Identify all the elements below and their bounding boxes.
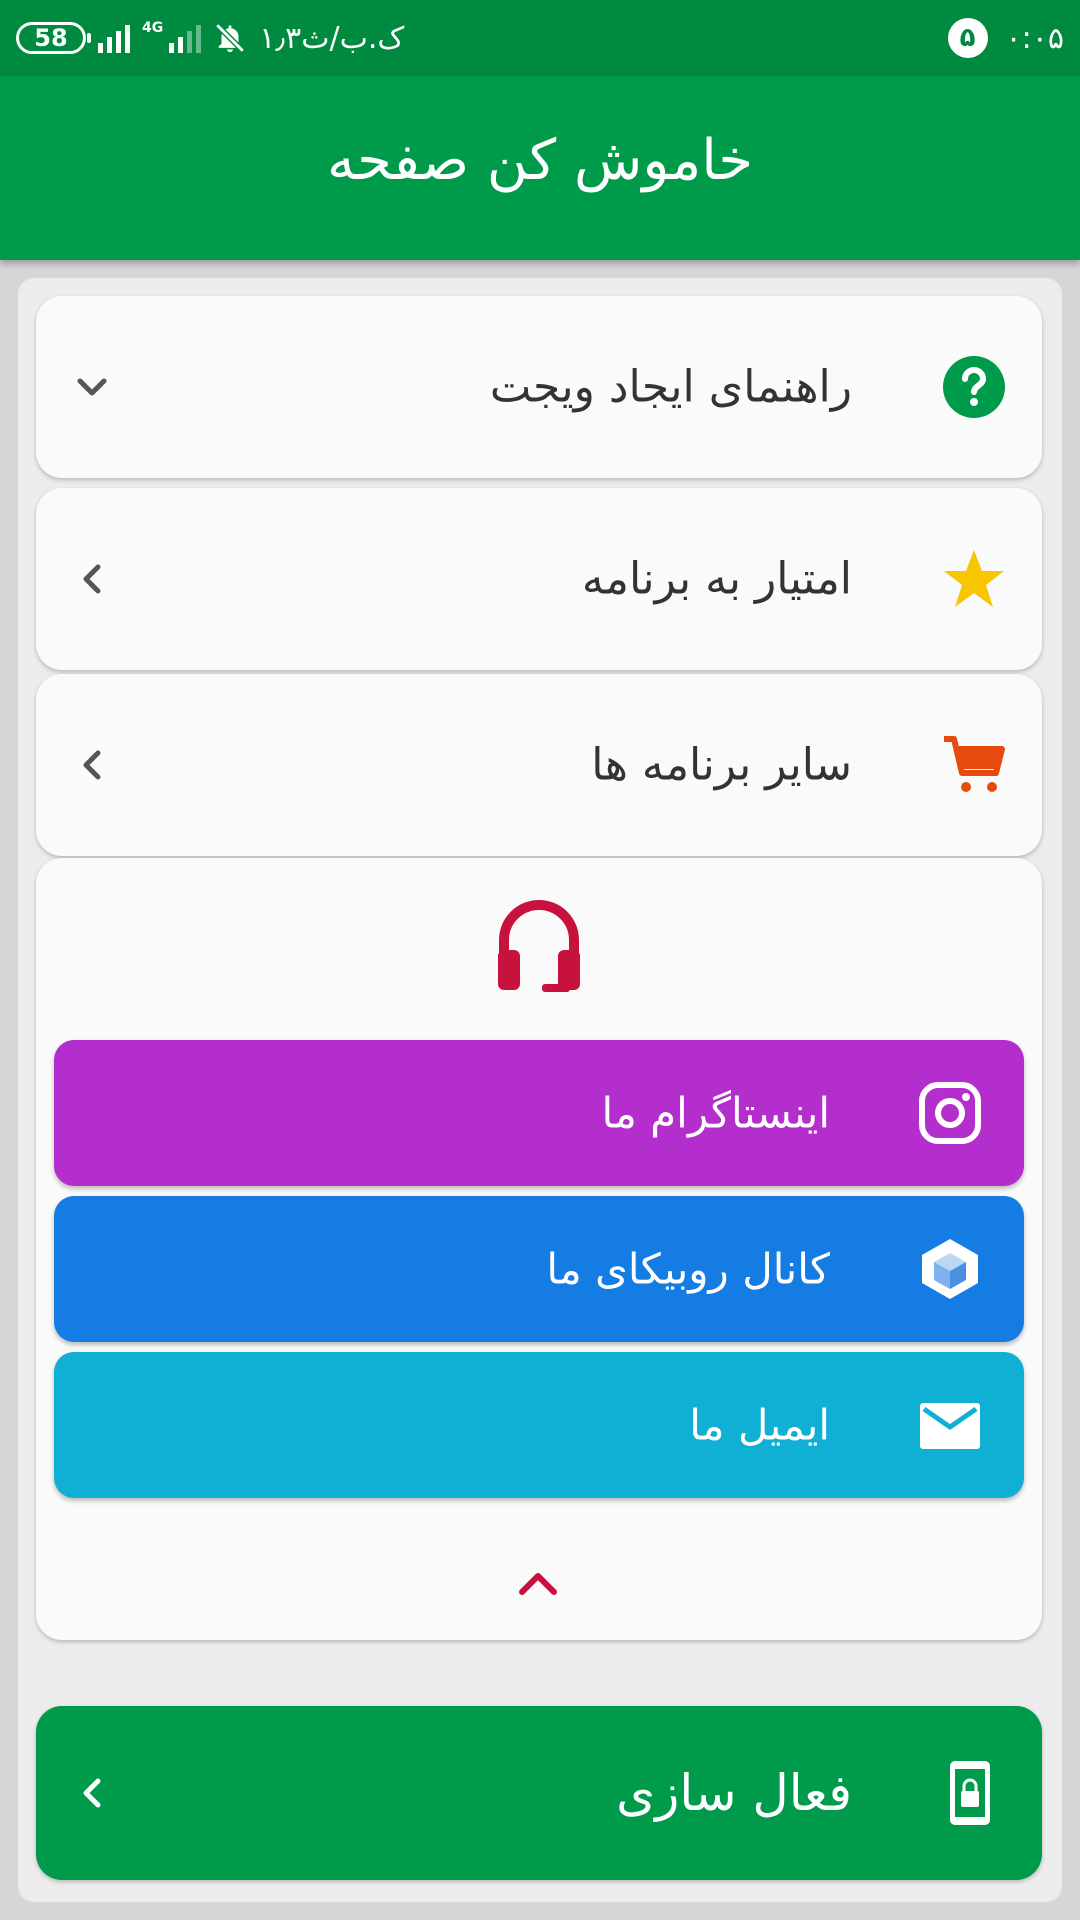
shopping-cart-icon bbox=[944, 736, 1005, 792]
rubika-label: کانال روبیکای ما bbox=[546, 1244, 830, 1294]
rubika-cube-icon bbox=[922, 1239, 978, 1299]
question-circle-icon bbox=[943, 356, 1005, 418]
widget-guide-item[interactable]: راهنمای ایجاد ویجت bbox=[36, 296, 1042, 478]
notification-badge: ۵ bbox=[947, 18, 988, 58]
chevron-left-icon[interactable] bbox=[72, 1773, 112, 1813]
signal-strength-icon bbox=[98, 23, 130, 53]
activate-button[interactable]: فعال سازی bbox=[36, 1706, 1042, 1880]
chevron-left-icon[interactable] bbox=[72, 745, 112, 785]
network-type-label: 4G bbox=[142, 20, 164, 36]
battery-indicator: 58 bbox=[16, 22, 91, 54]
chevron-down-icon[interactable] bbox=[72, 367, 112, 407]
status-right: ۵ ۰:۰۵ bbox=[947, 16, 1064, 60]
headset-icon bbox=[498, 900, 580, 992]
app-bar: خاموش کن صفحه bbox=[0, 76, 1080, 260]
status-left: 58 4G ۱٫۳ک.ب/ث bbox=[16, 16, 404, 60]
rubika-button[interactable]: کانال روبیکای ما bbox=[54, 1196, 1024, 1342]
activate-label: فعال سازی bbox=[616, 1764, 852, 1822]
instagram-button[interactable]: اینستاگرام ما bbox=[54, 1040, 1024, 1186]
signal-strength-2-icon bbox=[169, 23, 202, 53]
other-apps-label: سایر برنامه ها bbox=[591, 739, 852, 791]
chevron-left-icon[interactable] bbox=[72, 559, 112, 599]
phone-lock-icon bbox=[950, 1761, 990, 1825]
star-icon bbox=[944, 550, 1004, 607]
other-apps-item[interactable]: سایر برنامه ها bbox=[36, 674, 1042, 856]
clock: ۰:۰۵ bbox=[1005, 20, 1064, 56]
support-section: اینستاگرام ما کانال روبیکای ما ایمیل ما bbox=[36, 858, 1042, 1640]
email-button[interactable]: ایمیل ما bbox=[54, 1352, 1024, 1498]
page-title: خاموش کن صفحه bbox=[327, 128, 753, 193]
status-bar: 58 4G ۱٫۳ک.ب/ث ۵ ۰:۰۵ bbox=[0, 0, 1080, 76]
envelope-icon bbox=[920, 1403, 980, 1449]
silent-bell-icon bbox=[215, 23, 245, 53]
data-speed-label: ۱٫۳ک.ب/ث bbox=[259, 20, 405, 56]
instagram-icon bbox=[919, 1082, 981, 1144]
chevron-up-icon[interactable] bbox=[516, 1568, 560, 1598]
rate-app-item[interactable]: امتیار به برنامه bbox=[36, 488, 1042, 670]
rate-app-label: امتیار به برنامه bbox=[581, 553, 852, 605]
widget-guide-label: راهنمای ایجاد ویجت bbox=[489, 361, 852, 413]
email-label: ایمیل ما bbox=[689, 1400, 830, 1450]
instagram-label: اینستاگرام ما bbox=[601, 1088, 830, 1138]
